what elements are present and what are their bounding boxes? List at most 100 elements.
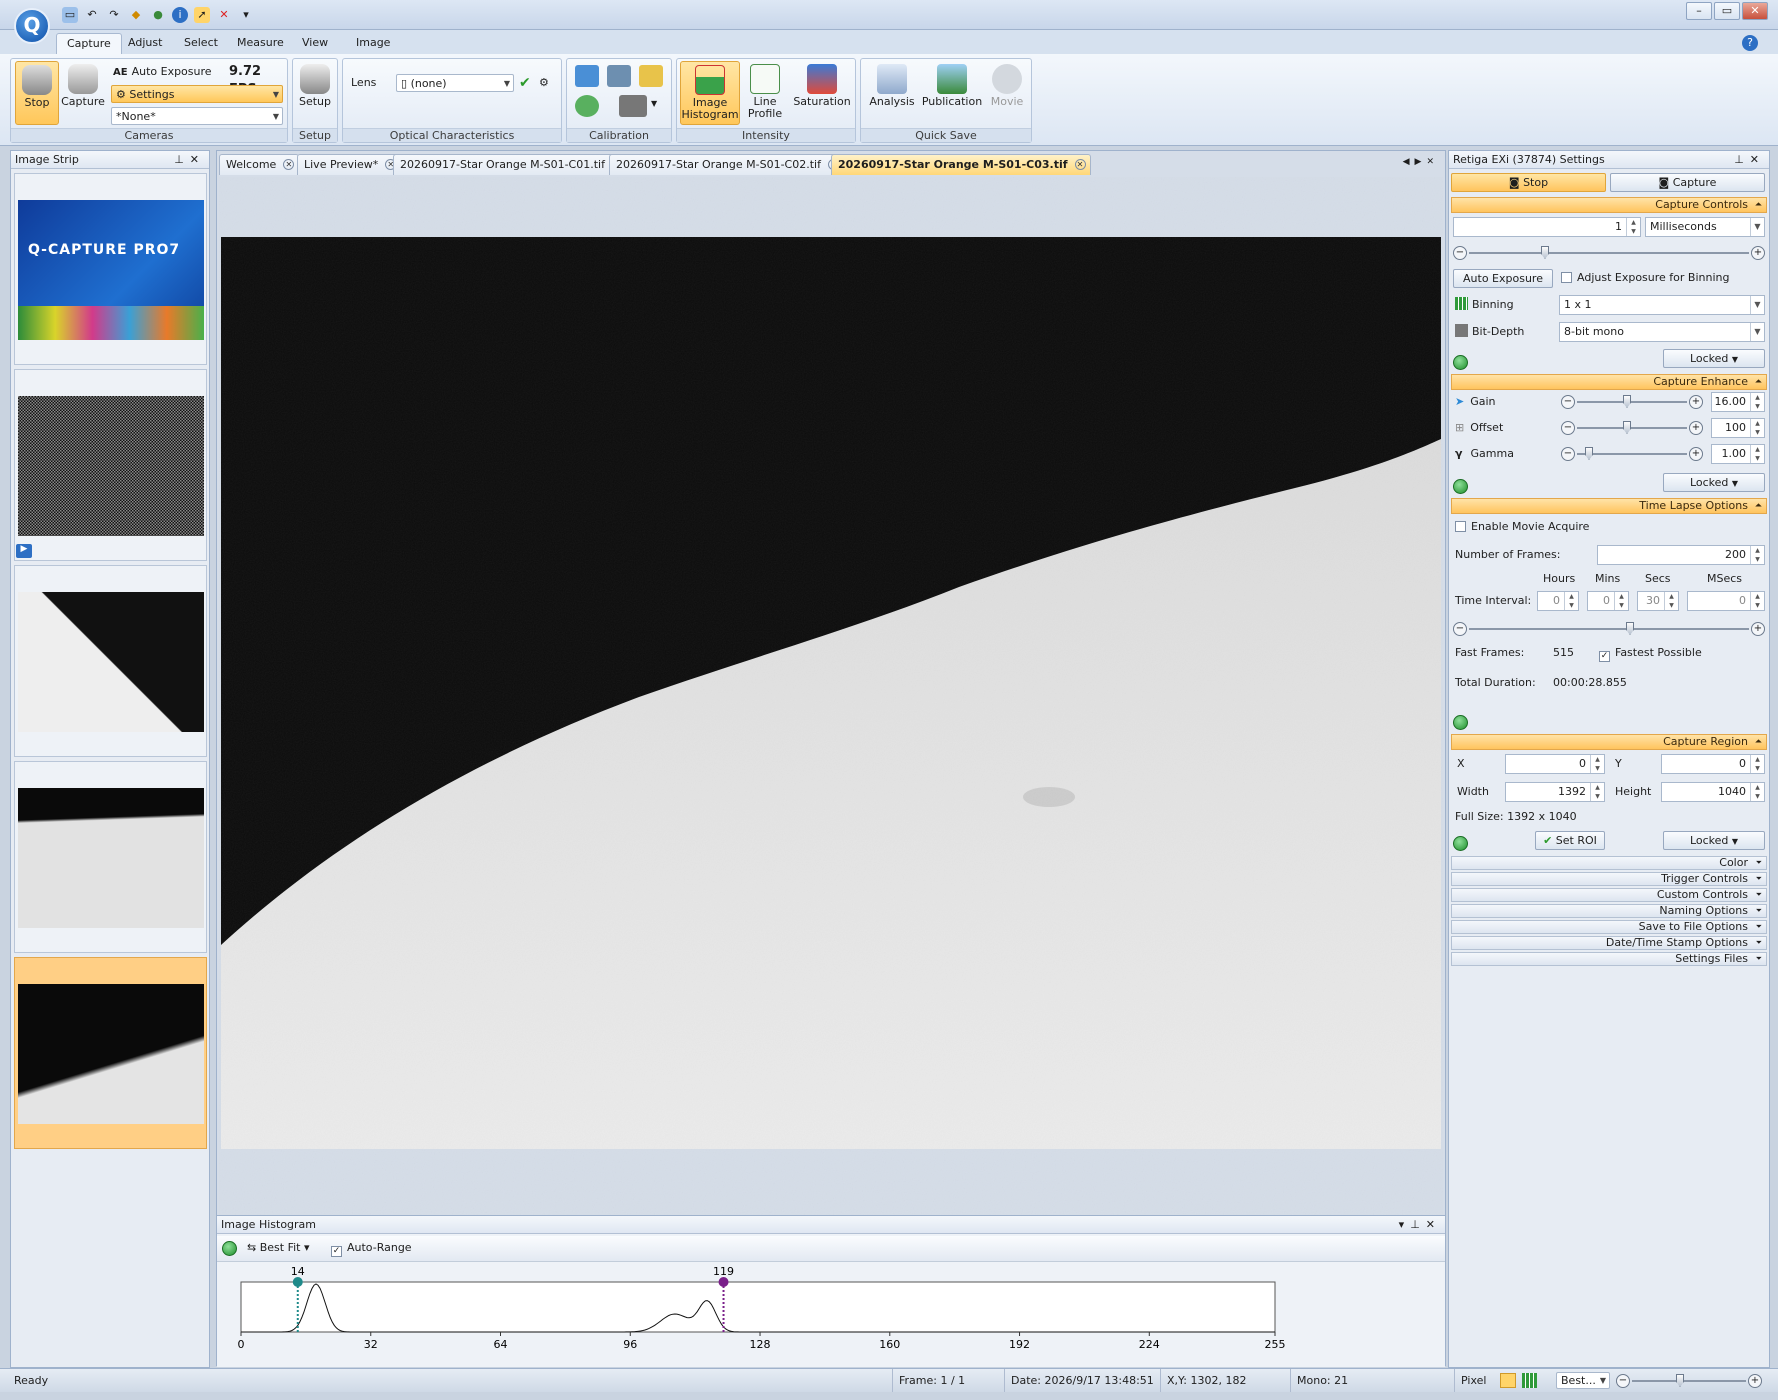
app-menu-button[interactable]: Q	[14, 8, 50, 44]
plus-icon[interactable]: +	[1689, 395, 1703, 409]
offset-slider[interactable]: − +	[1559, 420, 1705, 436]
panel-stop-button[interactable]: ◙ Stop	[1451, 173, 1606, 192]
low-marker-handle[interactable]	[292, 1277, 303, 1287]
settings-files-section[interactable]: Settings Files ⏷	[1451, 952, 1767, 966]
capture-region-refresh-icon[interactable]	[1453, 836, 1468, 851]
minus-icon[interactable]: −	[1561, 447, 1575, 461]
msecs-input[interactable]: 0 ▲ ▼	[1687, 591, 1765, 611]
close-tab-icon[interactable]: ✕	[1074, 159, 1086, 170]
exposure-slider[interactable]: − +	[1451, 245, 1767, 261]
spin-icon[interactable]: ▲ ▼	[1750, 393, 1764, 411]
stop-button[interactable]: Stop	[15, 61, 59, 125]
close-icon[interactable]: ✕	[190, 153, 205, 166]
slider-thumb[interactable]	[1626, 622, 1634, 635]
grid-view-icon[interactable]	[1522, 1373, 1537, 1388]
gamma-input[interactable]: 1.00 ▲ ▼	[1711, 444, 1765, 464]
capture-enhance-refresh-icon[interactable]	[1453, 479, 1468, 494]
zoom-dropdown[interactable]: Best... ▼	[1556, 1372, 1610, 1389]
thumbnail-splash[interactable]: Q-CAPTURE PRO7	[14, 173, 207, 365]
gamma-slider[interactable]: − +	[1559, 446, 1705, 462]
image-view-icon[interactable]	[1500, 1373, 1516, 1388]
tab-nav-icons[interactable]: ◀▶✕	[1403, 157, 1439, 167]
tab-measure[interactable]: Measure	[227, 33, 294, 54]
spin-icon[interactable]: ▲ ▼	[1664, 592, 1678, 610]
zoom-slider[interactable]: − +	[1614, 1373, 1764, 1389]
exposure-unit-dropdown[interactable]: Milliseconds ▼	[1645, 217, 1765, 237]
width-input[interactable]: 1392 ▲ ▼	[1505, 782, 1605, 802]
auto-exposure-panel-button[interactable]: Auto Exposure	[1453, 269, 1553, 288]
calibrate-dark-icon[interactable]	[607, 65, 631, 87]
gain-input[interactable]: 16.00 ▲ ▼	[1711, 392, 1765, 412]
capture-controls-locked-dropdown[interactable]: Locked ▼	[1663, 349, 1765, 368]
color-section[interactable]: Color ⏷	[1451, 856, 1767, 870]
plus-icon[interactable]: +	[1748, 1374, 1762, 1388]
lens-settings-icon[interactable]: ⚙	[539, 74, 549, 92]
tab-live-preview[interactable]: Live Preview* ✕	[297, 154, 402, 175]
save-to-file-section[interactable]: Save to File Options ⏷	[1451, 920, 1767, 934]
binning-dropdown[interactable]: 1 x 1 ▼	[1559, 295, 1765, 315]
delete-icon[interactable]: ✕	[216, 7, 232, 23]
spin-icon[interactable]: ▲ ▼	[1590, 783, 1604, 801]
mins-input[interactable]: 0 ▲ ▼	[1587, 591, 1629, 611]
publication-button[interactable]: Publication	[921, 61, 983, 125]
saturation-button[interactable]: Saturation	[791, 61, 853, 125]
dropdown-icon[interactable]: ▾	[1399, 1218, 1411, 1231]
tab-select[interactable]: Select	[174, 33, 228, 54]
height-input[interactable]: 1040 ▲ ▼	[1661, 782, 1765, 802]
fastest-possible-checkbox[interactable]: ✓ Fastest Possible	[1599, 645, 1702, 662]
tab-adjust[interactable]: Adjust	[118, 33, 172, 54]
calibrate-flat-icon[interactable]	[575, 65, 599, 87]
minus-icon[interactable]: −	[1616, 1374, 1630, 1388]
tab-c01[interactable]: 20260917-Star Orange M-S01-C01.tif✕	[393, 154, 628, 175]
preset-dropdown[interactable]: *None* ▼	[111, 107, 283, 125]
pin-icon[interactable]: ⊥	[1410, 1218, 1426, 1231]
spin-icon[interactable]: ▲ ▼	[1750, 783, 1764, 801]
apply-check-icon[interactable]: ✔	[519, 74, 531, 92]
set-roi-button[interactable]: ✔ Set ROI	[1535, 831, 1605, 850]
panel-capture-button[interactable]: ◙ Capture	[1610, 173, 1765, 192]
redo-icon[interactable]: ↷	[106, 7, 122, 23]
camera-small-icon[interactable]: ●	[150, 7, 166, 23]
bitdepth-dropdown[interactable]: 8-bit mono ▼	[1559, 322, 1765, 342]
capture-region-locked-dropdown[interactable]: Locked ▼	[1663, 831, 1765, 850]
offset-input[interactable]: 100 ▲ ▼	[1711, 418, 1765, 438]
capture-enhance-locked-dropdown[interactable]: Locked ▼	[1663, 473, 1765, 492]
spin-icon[interactable]: ▲ ▼	[1564, 592, 1578, 610]
pin-icon[interactable]: ⊥	[1734, 153, 1750, 166]
adjust-binning-checkbox[interactable]: Adjust Exposure for Binning	[1561, 270, 1729, 286]
chevron-down-icon[interactable]: ▼	[651, 99, 657, 108]
slider-thumb[interactable]	[1585, 447, 1593, 460]
image-viewport[interactable]	[219, 177, 1443, 1217]
slider-thumb[interactable]	[1676, 1374, 1684, 1387]
close-icon[interactable]: ✕	[1750, 153, 1765, 166]
minimize-icon[interactable]: –	[1686, 2, 1712, 20]
frames-input[interactable]: 200 ▲ ▼	[1597, 545, 1765, 565]
thumbnail-noise[interactable]: ▶	[14, 369, 207, 561]
auto-exposure-button[interactable]: AEAuto Exposure 9.72 FPS	[113, 63, 283, 97]
spin-icon[interactable]: ▲ ▼	[1626, 218, 1640, 236]
pin-icon[interactable]: ⊥	[174, 153, 190, 166]
minus-icon[interactable]: −	[1561, 421, 1575, 435]
pointer-icon[interactable]: ➚	[194, 7, 210, 23]
refresh-icon[interactable]	[222, 1241, 237, 1256]
settings-dropdown[interactable]: ⚙ Settings ▼	[111, 85, 283, 103]
minus-icon[interactable]: −	[1453, 246, 1467, 260]
spin-icon[interactable]: ▲ ▼	[1750, 445, 1764, 463]
plus-icon[interactable]: +	[1689, 447, 1703, 461]
interval-slider[interactable]: − +	[1451, 621, 1767, 637]
naming-options-section[interactable]: Naming Options ⏷	[1451, 904, 1767, 918]
microscope-image[interactable]	[219, 177, 1443, 1217]
plus-icon[interactable]: +	[1689, 421, 1703, 435]
spin-icon[interactable]: ▲ ▼	[1750, 755, 1764, 773]
capture-button[interactable]: Capture	[61, 61, 105, 125]
y-input[interactable]: 0 ▲ ▼	[1661, 754, 1765, 774]
thumbnail-c03[interactable]	[14, 957, 207, 1149]
new-icon[interactable]: ▭	[62, 7, 78, 23]
spin-icon[interactable]: ▲ ▼	[1750, 592, 1764, 610]
slider-thumb[interactable]	[1623, 421, 1631, 434]
auto-range-checkbox[interactable]: ✓ Auto-Range	[331, 1241, 412, 1257]
capture-controls-refresh-icon[interactable]	[1453, 355, 1468, 370]
calibrate-camera-icon[interactable]	[619, 95, 647, 117]
analysis-button[interactable]: Analysis	[865, 61, 919, 125]
hours-input[interactable]: 0 ▲ ▼	[1537, 591, 1579, 611]
